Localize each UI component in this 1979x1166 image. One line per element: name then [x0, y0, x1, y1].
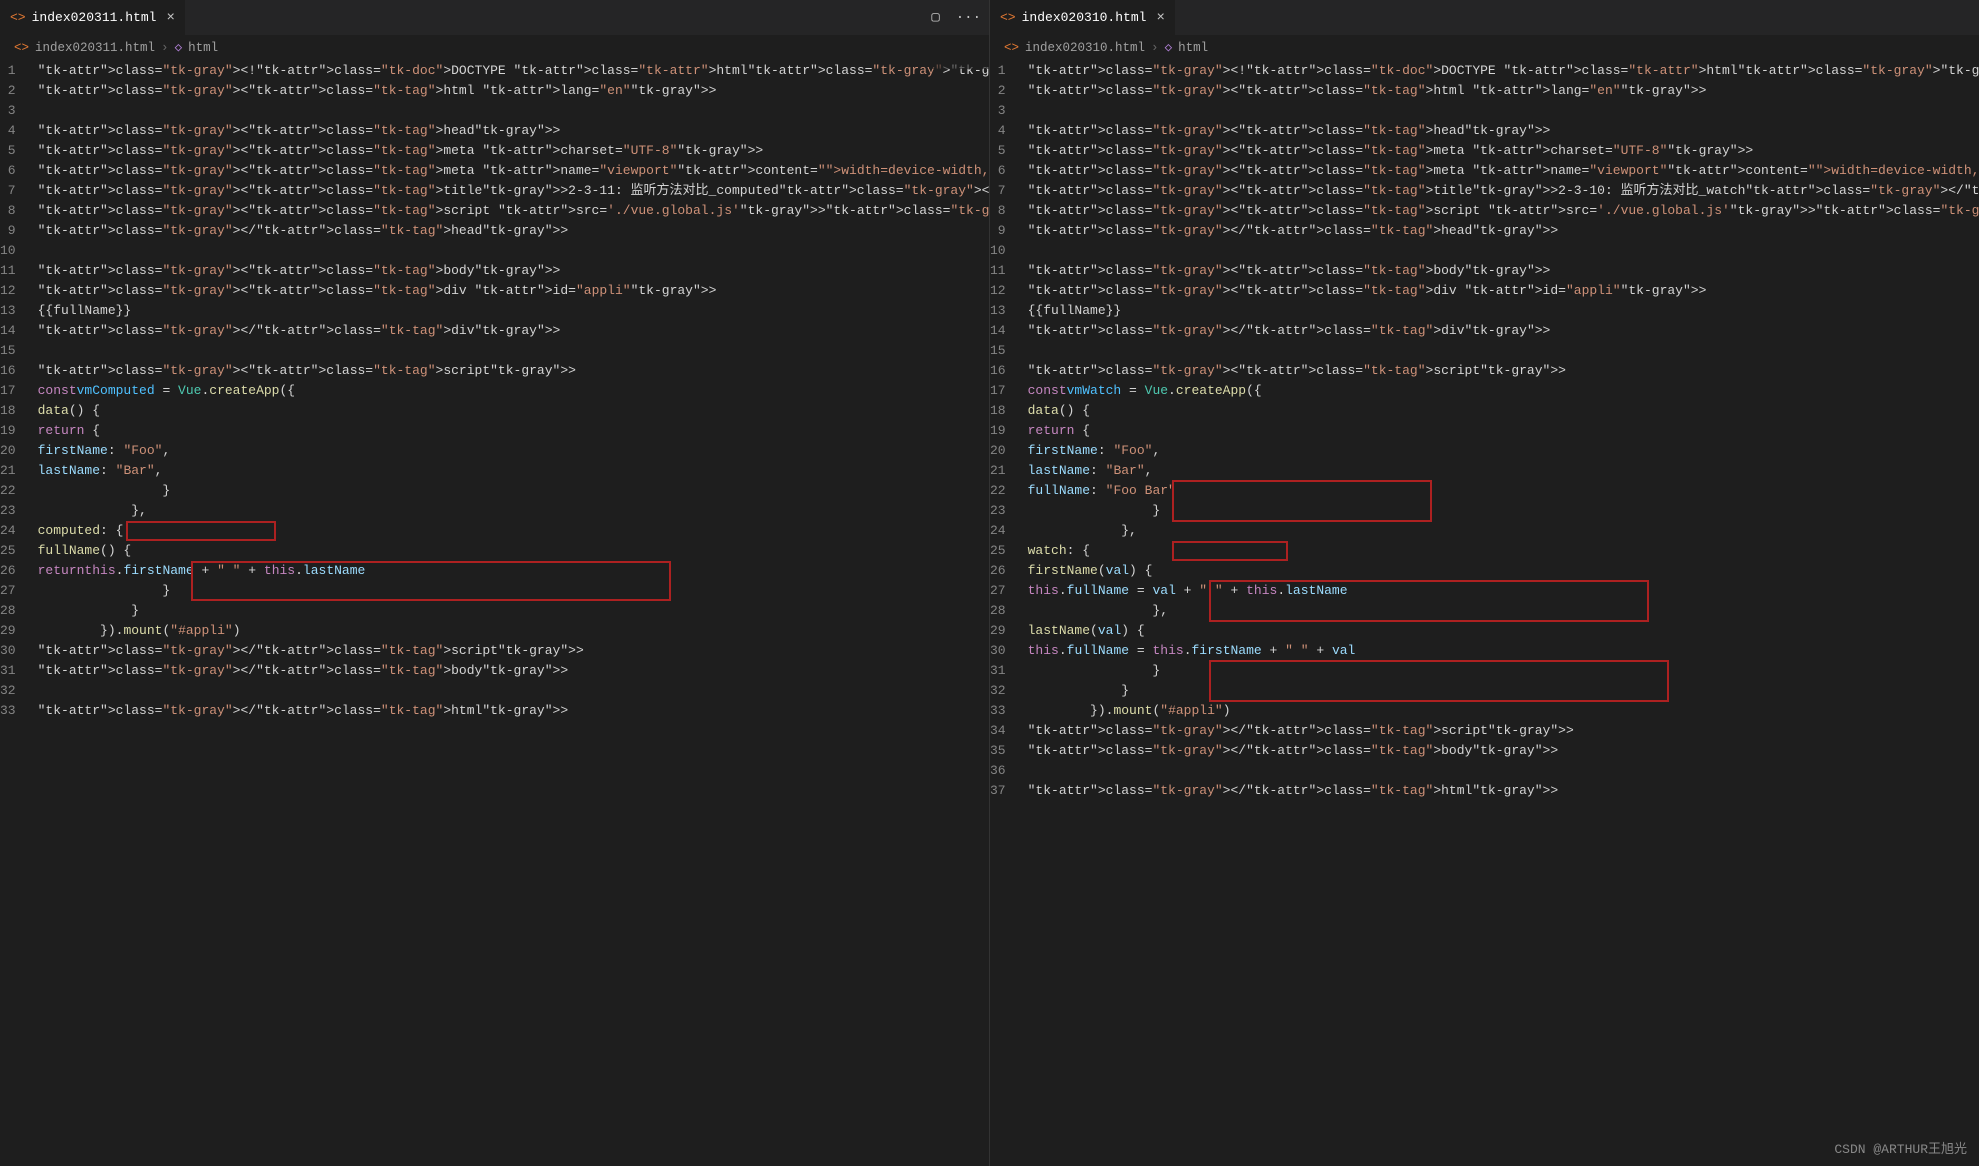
tab-file[interactable]: <> index020311.html × [0, 0, 185, 35]
html-file-icon: <> [1000, 8, 1016, 28]
breadcrumb[interactable]: <> index020310.html › ◇ html [990, 35, 1979, 61]
html-file-icon: <> [10, 8, 26, 28]
editor-left[interactable]: 1234567891011121314151617181920212223242… [0, 61, 989, 1166]
line-gutter: 1234567891011121314151617181920212223242… [0, 61, 34, 1166]
tab-bar-left: <> index020311.html × ▢ ··· [0, 0, 989, 35]
tab-label: index020311.html [32, 8, 157, 28]
crumb-symbol: html [1178, 38, 1208, 58]
left-pane: <> index020311.html × ▢ ··· <> index0203… [0, 0, 989, 1166]
split-editor-icon[interactable]: ▢ [923, 8, 947, 28]
chevron-right-icon: › [1151, 38, 1159, 58]
html-file-icon: <> [1004, 38, 1019, 58]
editor-right[interactable]: 1234567891011121314151617181920212223242… [990, 61, 1979, 1166]
crumb-symbol: html [188, 38, 218, 58]
tab-file[interactable]: <> index020310.html × [990, 0, 1175, 35]
crumb-file: index020310.html [1025, 38, 1145, 58]
tab-bar-right: <> index020310.html × [990, 0, 1979, 35]
tab-label: index020310.html [1022, 8, 1147, 28]
symbol-icon: ◇ [1165, 38, 1173, 58]
close-icon[interactable]: × [166, 11, 174, 25]
breadcrumb[interactable]: <> index020311.html › ◇ html [0, 35, 989, 61]
crumb-file: index020311.html [35, 38, 155, 58]
watermark: CSDN @ARTHUR王旭光 [1834, 1140, 1967, 1160]
chevron-right-icon: › [161, 38, 169, 58]
code-area[interactable]: "tk-attr">class="tk-gray"><!"tk-attr">cl… [34, 61, 989, 1166]
right-pane: <> index020310.html × <> index020310.htm… [990, 0, 1979, 1166]
line-gutter: 1234567891011121314151617181920212223242… [990, 61, 1024, 1166]
editor-split: <> index020311.html × ▢ ··· <> index0203… [0, 0, 1979, 1166]
minimap[interactable] [929, 61, 989, 69]
symbol-icon: ◇ [175, 38, 183, 58]
close-icon[interactable]: × [1156, 11, 1164, 25]
code-area[interactable]: "tk-attr">class="tk-gray"><!"tk-attr">cl… [1024, 61, 1979, 1166]
html-file-icon: <> [14, 38, 29, 58]
more-actions-icon[interactable]: ··· [948, 8, 989, 28]
